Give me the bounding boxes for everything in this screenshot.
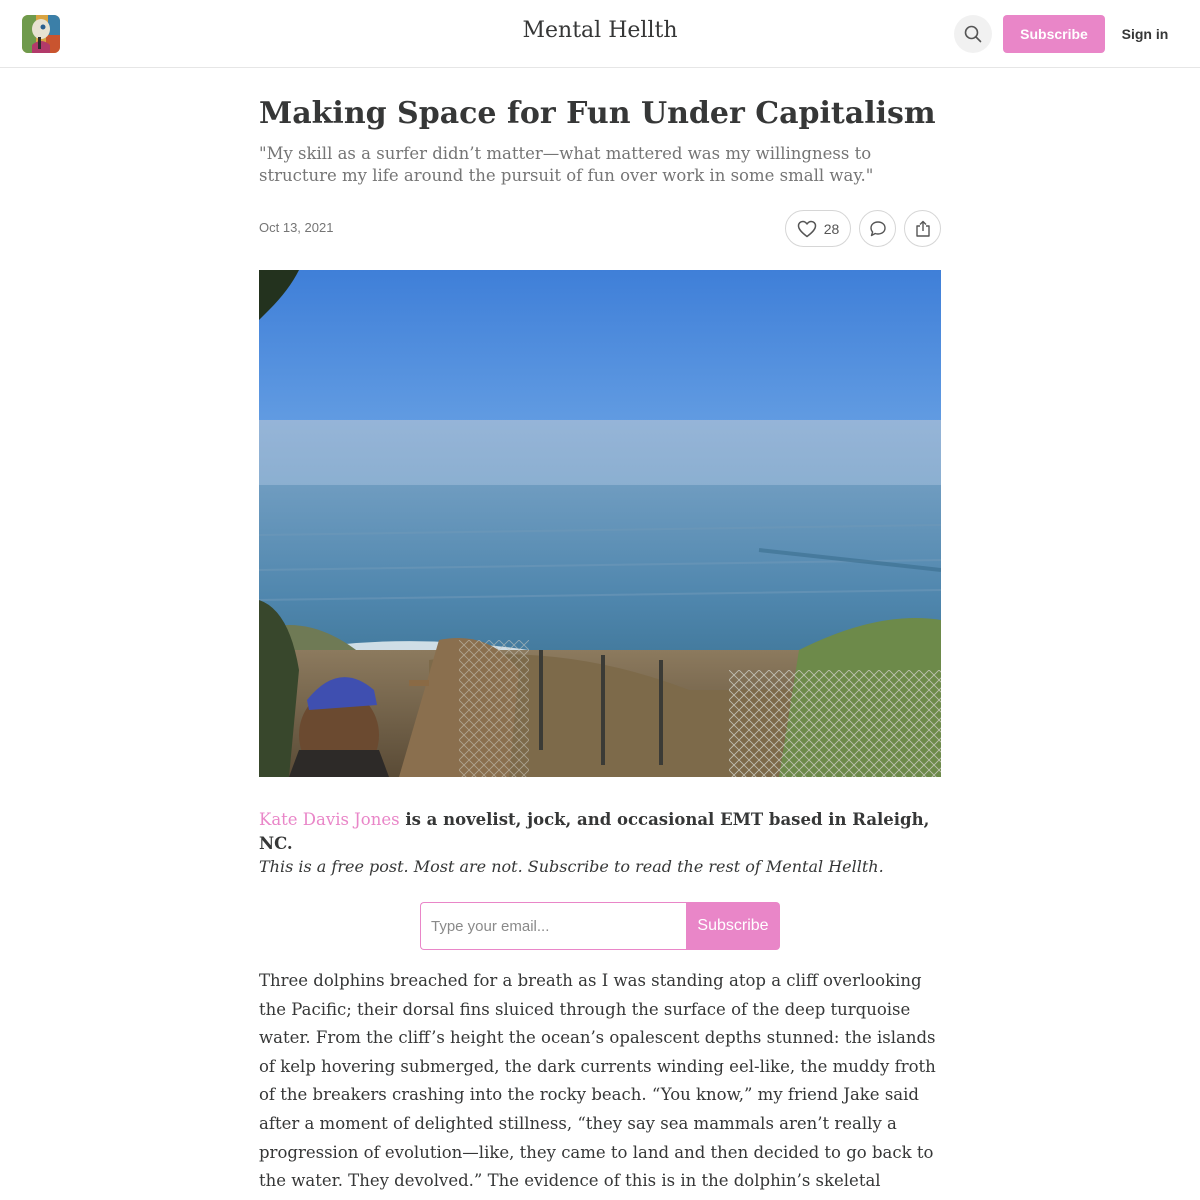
comment-icon [869, 220, 886, 236]
ocean-cliff-photo [259, 270, 941, 777]
search-button[interactable] [954, 15, 992, 53]
author-link[interactable]: Kate Davis Jones [259, 810, 400, 829]
like-button[interactable]: 28 [785, 210, 851, 247]
email-subscribe-form: Subscribe [420, 902, 780, 950]
post-subtitle: "My skill as a surfer didn’t matter—what… [259, 144, 874, 185]
post-body-paragraph: Three dolphins breached for a breath as … [259, 971, 936, 1200]
top-navigation-bar: Mental Hellth Subscribe Sign in [0, 0, 1200, 68]
heart-icon [797, 220, 816, 237]
free-post-note: This is a free post. Most are not. Subsc… [259, 857, 884, 876]
hero-image [259, 270, 941, 777]
author-byline: Kate Davis Jones is a novelist, jock, an… [259, 808, 949, 856]
post-date: Oct 13, 2021 [259, 220, 334, 235]
email-subscribe-button[interactable]: Subscribe [686, 902, 780, 950]
subscribe-button[interactable]: Subscribe [1003, 15, 1105, 53]
post-title: Making Space for Fun Under Capitalism [259, 96, 936, 131]
email-input[interactable] [420, 902, 686, 950]
like-count: 28 [823, 220, 840, 237]
share-button[interactable] [904, 210, 941, 247]
search-icon [964, 25, 982, 43]
share-icon [915, 220, 930, 237]
comment-button[interactable] [859, 210, 896, 247]
sign-in-link[interactable]: Sign in [1112, 15, 1178, 53]
